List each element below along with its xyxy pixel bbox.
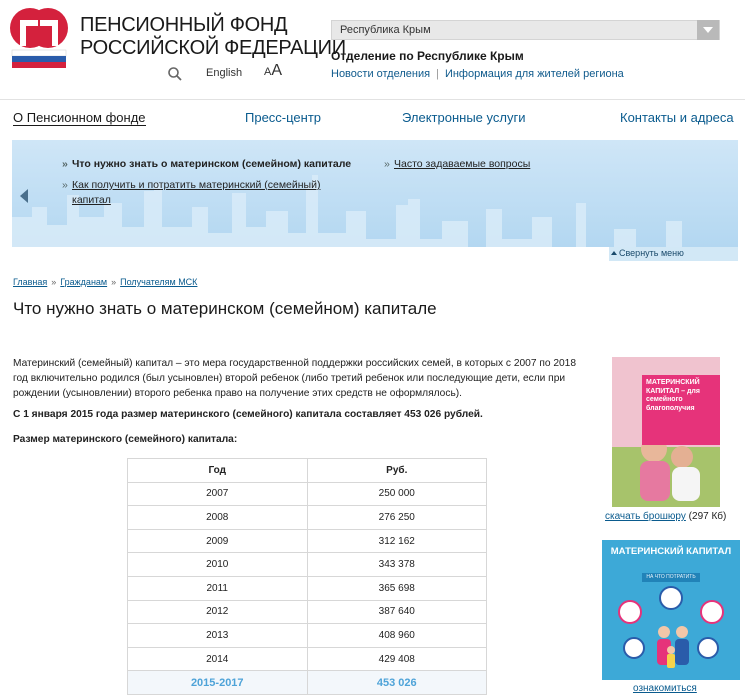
year-cell: 2007 bbox=[127, 481, 308, 507]
amount-cell: 343 378 bbox=[306, 552, 487, 577]
organization-name[interactable]: ПЕНСИОННЫЙ ФОНД РОССИЙСКОЙ ФЕДЕРАЦИИ bbox=[80, 14, 346, 60]
branch-info-link[interactable]: Информация для жителей региона bbox=[445, 68, 624, 80]
font-size-toggle[interactable]: AA bbox=[264, 62, 282, 80]
column-header-year: Год bbox=[127, 458, 308, 483]
nav-item-e-services[interactable]: Электронные услуги bbox=[402, 110, 525, 125]
capital-amount-statement: С 1 января 2015 года размер материнского… bbox=[13, 409, 483, 420]
breadcrumb-separator: » bbox=[111, 277, 117, 287]
nav-item-press-center[interactable]: Пресс-центр bbox=[245, 110, 321, 125]
year-cell: 2012 bbox=[127, 599, 308, 625]
table-row: 2013 408 960 bbox=[127, 623, 487, 648]
english-language-link[interactable]: English bbox=[206, 67, 242, 79]
table-heading: Размер материнского (семейного) капитала… bbox=[13, 434, 238, 445]
table-row: 2014 429 408 bbox=[127, 646, 487, 672]
table-row: 2008 276 250 bbox=[127, 505, 487, 530]
intro-paragraph: Материнский (семейный) капитал – это мер… bbox=[13, 358, 577, 399]
region-select[interactable]: Республика Крым bbox=[331, 20, 720, 40]
amount-cell: 429 408 bbox=[306, 646, 487, 672]
amount-cell: 312 162 bbox=[306, 528, 487, 554]
brochure-cover-image[interactable]: МАТЕРИНСКИЙ КАПИТАЛ – для семейного благ… bbox=[612, 357, 720, 507]
year-cell: 2010 bbox=[127, 552, 308, 577]
brochure-cover-text: МАТЕРИНСКИЙ КАПИТАЛ – для семейного благ… bbox=[646, 379, 700, 412]
amount-cell: 276 250 bbox=[306, 505, 487, 530]
table-row: 2010 343 378 bbox=[127, 552, 487, 577]
chevron-down-icon[interactable] bbox=[697, 20, 719, 40]
branch-news-link[interactable]: Новости отделения bbox=[331, 68, 430, 80]
table-row: 2011 365 698 bbox=[127, 575, 487, 601]
maternity-capital-poster[interactable]: МАТЕРИНСКИЙ КАПИТАЛ НА ЧТО ПОТРАТИТЬ bbox=[602, 540, 740, 680]
year-cell: 2011 bbox=[127, 575, 308, 601]
column-header-rub: Руб. bbox=[306, 458, 487, 483]
search-icon[interactable] bbox=[167, 66, 183, 82]
amount-cell: 408 960 bbox=[306, 623, 487, 648]
download-brochure-link[interactable]: скачать брошюру bbox=[605, 511, 686, 522]
amount-cell: 365 698 bbox=[306, 575, 487, 601]
capital-size-table: Год Руб. 2007 250 000 2008 276 250 2009 312… bbox=[127, 458, 487, 695]
amount-cell: 387 640 bbox=[306, 599, 487, 625]
table-row-current: 2015-2017 453 026 bbox=[127, 670, 487, 695]
nav-item-about[interactable]: О Пенсионном фонде bbox=[13, 110, 146, 126]
year-cell: 2008 bbox=[127, 505, 308, 530]
region-select-value: Республика Крым bbox=[340, 24, 431, 36]
breadcrumb-separator: » bbox=[51, 277, 57, 287]
brochure-download: скачать брошюру (297 Кб) bbox=[605, 511, 726, 522]
pfr-logo-icon[interactable] bbox=[8, 6, 70, 70]
chevron-left-icon[interactable] bbox=[20, 189, 28, 203]
branch-title: Отделение по Республике Крым bbox=[331, 49, 524, 63]
breadcrumb-citizens[interactable]: Гражданам bbox=[60, 277, 107, 287]
amount-cell: 453 026 bbox=[306, 670, 487, 695]
amount-cell: 250 000 bbox=[306, 481, 487, 507]
table-row: 2007 250 000 bbox=[127, 481, 487, 507]
year-cell: 2014 bbox=[127, 646, 308, 672]
brochure-file-size: (297 Кб) bbox=[688, 511, 727, 522]
view-poster-link[interactable]: ознакомиться bbox=[633, 683, 697, 694]
infographic-icon bbox=[618, 586, 724, 668]
page-title: Что нужно знать о материнском (семейном)… bbox=[13, 299, 437, 318]
submenu-panel: Что нужно знать о материнском (семейном)… bbox=[12, 140, 738, 247]
breadcrumb-home[interactable]: Главная bbox=[13, 277, 47, 287]
submenu-link-what-to-know[interactable]: Что нужно знать о материнском (семейном)… bbox=[62, 157, 351, 172]
submenu-link-how-to-get[interactable]: Как получить и потратить материнский (се… bbox=[62, 178, 332, 208]
main-nav: О Пенсионном фонде Пресс-центр Электронн… bbox=[0, 100, 745, 138]
table-header-row: Год Руб. bbox=[127, 458, 487, 483]
font-size-large-label: A bbox=[271, 62, 283, 79]
site-header: ПЕНСИОННЫЙ ФОНД РОССИЙСКОЙ ФЕДЕРАЦИИ Eng… bbox=[0, 0, 745, 100]
breadcrumb-msk-recipients[interactable]: Получателям МСК bbox=[120, 277, 197, 287]
year-cell: 2013 bbox=[127, 623, 308, 648]
branch-links: Новости отделения | Информация для жителей… bbox=[331, 68, 624, 80]
table-row: 2009 312 162 bbox=[127, 528, 487, 554]
org-name-line2: РОССИЙСКОЙ ФЕДЕРАЦИИ bbox=[80, 37, 346, 59]
table-row: 2012 387 640 bbox=[127, 599, 487, 625]
year-cell: 2015-2017 bbox=[127, 670, 308, 695]
submenu-link-faq[interactable]: Часто задаваемые вопросы bbox=[384, 157, 530, 172]
year-cell: 2009 bbox=[127, 528, 308, 554]
collapse-menu-button[interactable]: Свернуть меню bbox=[609, 247, 738, 261]
nav-item-contacts[interactable]: Контакты и адреса bbox=[620, 110, 734, 125]
divider: | bbox=[436, 68, 439, 80]
breadcrumb: Главная» Гражданам» Получателям МСК bbox=[13, 277, 197, 287]
org-name-line1: ПЕНСИОННЫЙ ФОНД bbox=[80, 14, 288, 36]
